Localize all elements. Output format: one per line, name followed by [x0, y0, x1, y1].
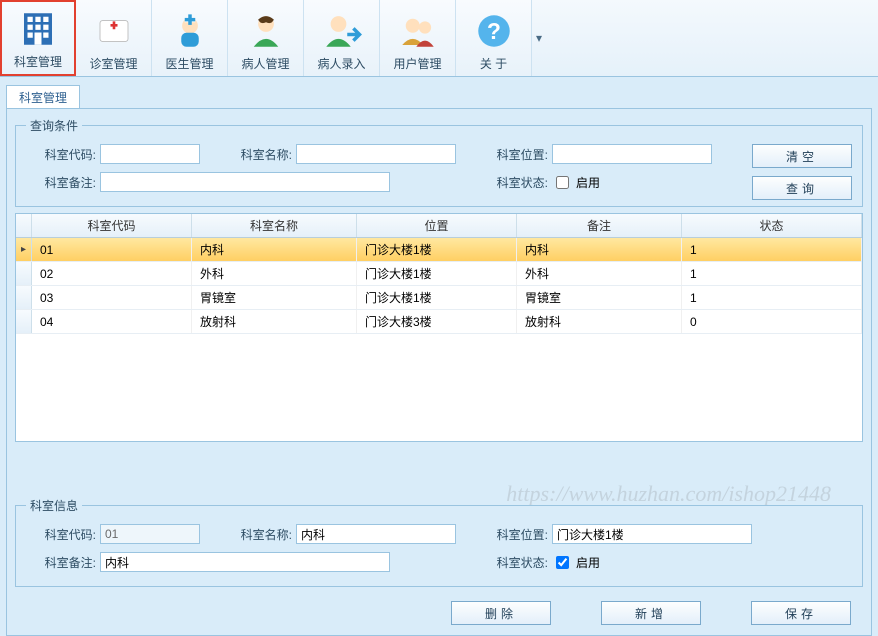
info-group: 科室信息 科室代码: 科室名称: 科室位置: 科室备注: 科室状态: 启用	[15, 497, 863, 587]
toolbar-item-patient[interactable]: 病人管理	[228, 0, 304, 76]
grid-header: 科室代码 科室名称 位置 备注 状态	[16, 214, 862, 238]
data-grid[interactable]: 科室代码 科室名称 位置 备注 状态 ▸01内科门诊大楼1楼内科102外科门诊大…	[15, 213, 863, 442]
cell-code: 04	[32, 310, 192, 333]
toolbar-item-doctor[interactable]: 医生管理	[152, 0, 228, 76]
query-loc-input[interactable]	[552, 144, 712, 164]
query-loc-label: 科室位置:	[488, 146, 548, 163]
cell-status: 1	[682, 262, 862, 285]
query-note-input[interactable]	[100, 172, 390, 192]
cell-name: 放射科	[192, 310, 357, 333]
query-group: 查询条件 科室代码: 科室名称: 科室位置: 科室备注: 科室状态:	[15, 117, 863, 207]
toolbar-label: 诊室管理	[89, 55, 137, 72]
toolbar-item-users[interactable]: 用户管理	[380, 0, 456, 76]
cell-code: 02	[32, 262, 192, 285]
add-button[interactable]: 新增	[601, 601, 701, 625]
doctor-icon	[166, 9, 214, 53]
header-note[interactable]: 备注	[517, 214, 682, 237]
info-enable-text: 启用	[576, 554, 600, 571]
cell-loc: 门诊大楼1楼	[357, 262, 517, 285]
row-indicator: ▸	[16, 238, 32, 261]
cell-code: 03	[32, 286, 192, 309]
toolbar-label: 病人管理	[241, 55, 289, 72]
toolbar-overflow[interactable]: ▾	[532, 0, 546, 76]
query-note-label: 科室备注:	[26, 174, 96, 191]
users-icon	[394, 9, 442, 53]
info-code-label: 科室代码:	[26, 526, 96, 543]
info-loc-input[interactable]	[552, 524, 752, 544]
info-enable-checkbox[interactable]	[556, 556, 569, 569]
query-name-input[interactable]	[296, 144, 456, 164]
info-code-input	[100, 524, 200, 544]
query-code-input[interactable]	[100, 144, 200, 164]
query-code-label: 科室代码:	[26, 146, 96, 163]
info-name-input[interactable]	[296, 524, 456, 544]
toolbar-item-entry[interactable]: 病人录入	[304, 0, 380, 76]
row-indicator	[16, 286, 32, 309]
query-status-label: 科室状态:	[488, 174, 548, 191]
main-panel: 查询条件 科室代码: 科室名称: 科室位置: 科室备注: 科室状态:	[6, 108, 872, 636]
cell-name: 胃镜室	[192, 286, 357, 309]
header-loc[interactable]: 位置	[357, 214, 517, 237]
search-button[interactable]: 查询	[752, 176, 852, 200]
action-buttons: 删除 新增 保存	[451, 601, 851, 625]
query-enable-checkbox[interactable]	[556, 176, 569, 189]
cell-name: 外科	[192, 262, 357, 285]
row-indicator	[16, 262, 32, 285]
toolbar-item-building[interactable]: 科室管理	[0, 0, 76, 76]
cell-loc: 门诊大楼1楼	[357, 238, 517, 261]
header-code[interactable]: 科室代码	[32, 214, 192, 237]
svg-text:?: ?	[487, 18, 501, 44]
cell-note: 内科	[517, 238, 682, 261]
toolbar-label: 用户管理	[393, 55, 441, 72]
table-row[interactable]: ▸01内科门诊大楼1楼内科1	[16, 238, 862, 262]
patient-icon	[242, 9, 290, 53]
query-legend: 查询条件	[26, 117, 82, 134]
cell-status: 1	[682, 286, 862, 309]
table-row[interactable]: 04放射科门诊大楼3楼放射科0	[16, 310, 862, 334]
tab-department[interactable]: 科室管理	[6, 85, 80, 108]
tab-strip: 科室管理	[0, 77, 878, 108]
query-name-label: 科室名称:	[232, 146, 292, 163]
delete-button[interactable]: 删除	[451, 601, 551, 625]
entry-icon	[318, 9, 366, 53]
cell-status: 0	[682, 310, 862, 333]
cell-loc: 门诊大楼1楼	[357, 286, 517, 309]
help-icon: ?	[470, 9, 518, 53]
info-note-label: 科室备注:	[26, 554, 96, 571]
cell-loc: 门诊大楼3楼	[357, 310, 517, 333]
cell-name: 内科	[192, 238, 357, 261]
info-legend: 科室信息	[26, 497, 82, 514]
clinic-icon	[90, 9, 138, 53]
cell-code: 01	[32, 238, 192, 261]
toolbar-item-clinic[interactable]: 诊室管理	[76, 0, 152, 76]
toolbar-label: 关 于	[480, 55, 507, 72]
building-icon	[14, 7, 62, 51]
save-button[interactable]: 保存	[751, 601, 851, 625]
toolbar-label: 医生管理	[165, 55, 213, 72]
info-note-input[interactable]	[100, 552, 390, 572]
cell-note: 外科	[517, 262, 682, 285]
info-status-label: 科室状态:	[488, 554, 548, 571]
header-status[interactable]: 状态	[682, 214, 862, 237]
cell-note: 放射科	[517, 310, 682, 333]
toolbar-label: 科室管理	[14, 53, 62, 70]
toolbar-item-help[interactable]: ? 关 于	[456, 0, 532, 76]
cell-note: 胃镜室	[517, 286, 682, 309]
header-name[interactable]: 科室名称	[192, 214, 357, 237]
table-row[interactable]: 03胃镜室门诊大楼1楼胃镜室1	[16, 286, 862, 310]
main-toolbar: 科室管理 诊室管理 医生管理 病人管理 病人录入 用户管理? 关 于 ▾	[0, 0, 878, 76]
table-row[interactable]: 02外科门诊大楼1楼外科1	[16, 262, 862, 286]
toolbar-container: 科室管理 诊室管理 医生管理 病人管理 病人录入 用户管理? 关 于 ▾	[0, 0, 878, 77]
info-name-label: 科室名称:	[232, 526, 292, 543]
clear-button[interactable]: 清空	[752, 144, 852, 168]
info-loc-label: 科室位置:	[488, 526, 548, 543]
toolbar-label: 病人录入	[317, 55, 365, 72]
row-indicator	[16, 310, 32, 333]
cell-status: 1	[682, 238, 862, 261]
query-enable-text: 启用	[576, 174, 600, 191]
